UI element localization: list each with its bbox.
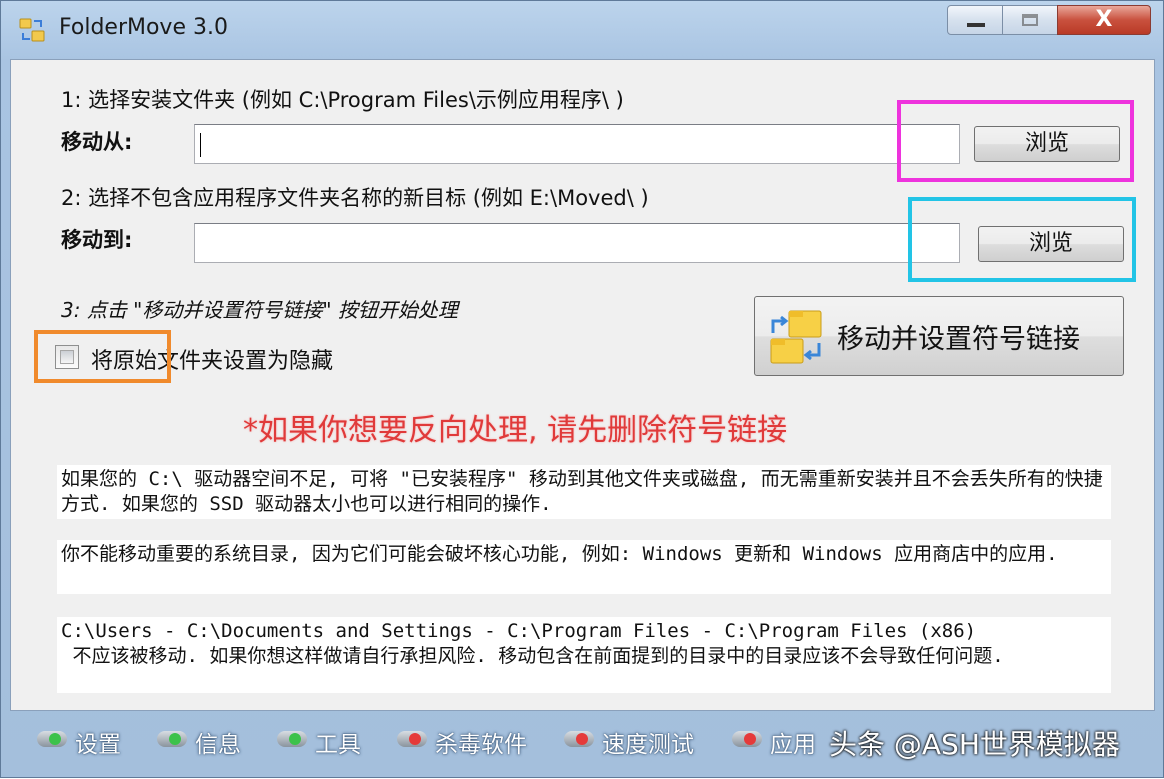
toggle-icon bbox=[37, 731, 67, 747]
move-and-symlink-label: 移动并设置符号链接 bbox=[837, 324, 1080, 355]
step3-instruction: 3: 点击 "移动并设置符号链接" 按钮开始处理 bbox=[61, 298, 458, 322]
move-to-input[interactable] bbox=[194, 223, 960, 263]
highlight-checkbox bbox=[34, 330, 171, 383]
window-title: FolderMove 3.0 bbox=[59, 15, 228, 40]
close-icon: X bbox=[1095, 7, 1113, 32]
app-icon bbox=[19, 18, 45, 42]
watermark: 头条 @ASH世界模拟器 bbox=[829, 728, 1120, 761]
maximize-icon bbox=[1022, 14, 1038, 26]
text-caret bbox=[200, 133, 201, 157]
step1-instruction: 1: 选择安装文件夹 (例如 C:\Program Files\示例应用程序\ … bbox=[61, 88, 624, 112]
status-led bbox=[169, 733, 181, 745]
toggle-icon bbox=[397, 731, 427, 747]
maximize-button[interactable] bbox=[1002, 5, 1058, 35]
close-button[interactable]: X bbox=[1057, 5, 1151, 35]
info-paragraph-3: C:\Users - C:\Documents and Settings - C… bbox=[57, 617, 1111, 693]
bottom-nav-bar: 设置 信息 工具 杀毒软件 速度测试 应用 头条 @ASH世界模拟器 bbox=[1, 711, 1164, 779]
title-bar[interactable]: FolderMove 3.0 X bbox=[1, 1, 1164, 59]
move-from-input[interactable] bbox=[194, 124, 960, 164]
foldermove-window: FolderMove 3.0 X 1: 选择安装文件夹 (例如 C:\Progr… bbox=[0, 0, 1164, 778]
main-panel: 1: 选择安装文件夹 (例如 C:\Program Files\示例应用程序\ … bbox=[10, 59, 1155, 711]
status-led bbox=[49, 733, 61, 745]
folder-move-icon bbox=[770, 310, 822, 364]
reverse-warning: *如果你想要反向处理, 请先删除符号链接 bbox=[243, 413, 788, 448]
toggle-icon bbox=[564, 731, 594, 747]
minimize-button[interactable] bbox=[947, 5, 1003, 35]
move-and-symlink-button[interactable]: 移动并设置符号链接 bbox=[754, 296, 1124, 376]
highlight-browse-to bbox=[908, 197, 1136, 282]
status-led bbox=[576, 733, 588, 745]
move-from-label: 移动从: bbox=[61, 130, 133, 154]
info-paragraph-2: 你不能移动重要的系统目录, 因为它们可能会破坏核心功能, 例如: Windows… bbox=[57, 540, 1111, 594]
toggle-icon bbox=[277, 731, 307, 747]
info-paragraph-1: 如果您的 C:\ 驱动器空间不足, 可将 "已安装程序" 移动到其他文件夹或磁盘… bbox=[57, 465, 1111, 519]
highlight-browse-from bbox=[897, 100, 1134, 182]
minimize-icon bbox=[967, 23, 985, 27]
toggle-icon bbox=[732, 731, 762, 747]
move-to-label: 移动到: bbox=[61, 228, 133, 252]
step2-instruction: 2: 选择不包含应用程序文件夹名称的新目标 (例如 E:\Moved\ ) bbox=[61, 186, 649, 210]
status-led bbox=[289, 733, 301, 745]
toggle-icon bbox=[157, 731, 187, 747]
status-led bbox=[409, 733, 421, 745]
status-led bbox=[744, 733, 756, 745]
